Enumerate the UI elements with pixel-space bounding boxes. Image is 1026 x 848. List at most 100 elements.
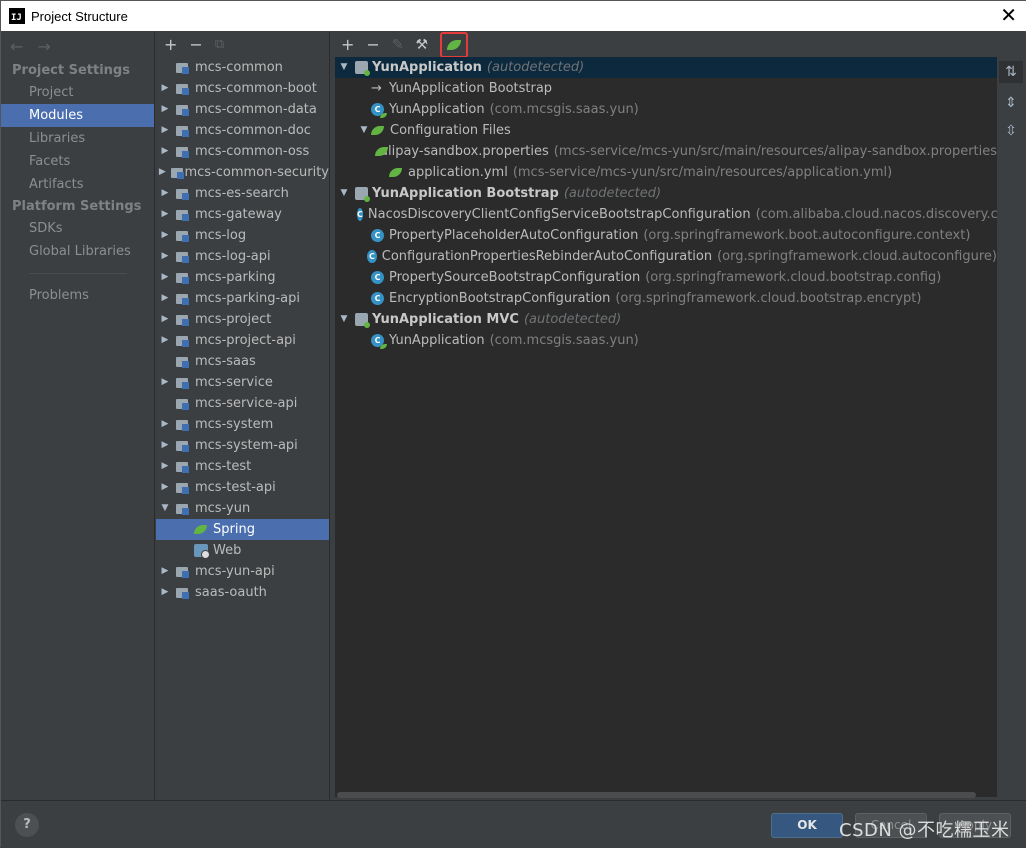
ok-button[interactable]: OK (771, 813, 843, 838)
module-row[interactable]: mcs-saas (156, 351, 329, 372)
module-row[interactable]: ▶ mcs-test (156, 456, 329, 477)
module-row[interactable]: ▶ mcs-yun-api (156, 561, 329, 582)
module-row[interactable]: ▶ mcs-common-data (156, 99, 329, 120)
module-row[interactable]: ▶ mcs-common-doc (156, 120, 329, 141)
back-arrow-icon[interactable]: ← (10, 37, 23, 56)
expand-arrow-icon[interactable]: ▶ (158, 162, 167, 183)
module-row[interactable]: ▶ mcs-log (156, 225, 329, 246)
collapse-arrow-icon[interactable]: ▼ (337, 183, 351, 204)
spring-tree-row[interactable]: → YunApplication Bootstrap (335, 78, 997, 99)
nav-item-libraries[interactable]: Libraries (1, 127, 154, 150)
expand-arrow-icon[interactable]: ▶ (158, 99, 172, 120)
tree-node-name: YunApplication (389, 102, 485, 117)
spring-tree-row[interactable]: C EncryptionBootstrapConfiguration (org.sp… (335, 288, 997, 309)
module-row[interactable]: ▶ mcs-test-api (156, 477, 329, 498)
module-row[interactable]: ▶ mcs-service (156, 372, 329, 393)
spring-tree-row[interactable]: C YunApplication (com.mcsgis.saas.yun) (335, 99, 997, 120)
remove-module-icon[interactable]: − (189, 35, 202, 54)
expand-arrow-icon[interactable]: ▶ (158, 309, 172, 330)
expand-arrow-icon[interactable]: ▶ (158, 372, 172, 393)
module-row[interactable]: ▼ mcs-yun (156, 498, 329, 519)
expand-arrow-icon[interactable]: ▶ (158, 120, 172, 141)
module-label: Spring (213, 522, 255, 537)
spring-tree-row[interactable]: application.yml (mcs-service/mcs-yun/src/… (335, 162, 997, 183)
spring-tree-row[interactable]: C ConfigurationPropertiesRebinderAutoConf… (335, 246, 997, 267)
nav-item-modules[interactable]: Modules (1, 104, 154, 127)
module-row[interactable]: ▶ mcs-es-search (156, 183, 329, 204)
expand-arrow-icon[interactable]: ▶ (158, 225, 172, 246)
module-facet-row[interactable]: Spring (156, 519, 329, 540)
expand-arrow-icon[interactable]: ▶ (158, 435, 172, 456)
expand-arrow-icon[interactable]: ▶ (158, 456, 172, 477)
expand-arrow-icon[interactable]: ▶ (158, 267, 172, 288)
expand-arrow-icon[interactable]: ▶ (158, 477, 172, 498)
expand-arrow-icon[interactable]: ▶ (158, 246, 172, 267)
nav-item-facets[interactable]: Facets (1, 150, 154, 173)
collapse-arrow-icon[interactable]: ▼ (357, 120, 371, 141)
module-row[interactable]: ▶ mcs-system (156, 414, 329, 435)
spring-tree-row[interactable]: alipay-sandbox.properties (mcs-service/mc… (335, 141, 997, 162)
spring-facet-button[interactable] (440, 31, 469, 58)
expand-arrow-icon[interactable]: ▶ (158, 288, 172, 309)
expand-arrow-icon[interactable]: ▶ (158, 414, 172, 435)
remove-context-icon[interactable]: − (366, 35, 379, 54)
forward-arrow-icon[interactable]: → (37, 37, 50, 56)
module-label: mcs-project-api (195, 333, 296, 348)
nav-item-artifacts[interactable]: Artifacts (1, 173, 154, 196)
module-row[interactable]: ▶ mcs-project (156, 309, 329, 330)
nav-item-project[interactable]: Project (1, 81, 154, 104)
module-facet-row[interactable]: Web (156, 540, 329, 561)
spring-tree-row[interactable]: ▼ Configuration Files (335, 120, 997, 141)
module-row[interactable]: ▶ mcs-gateway (156, 204, 329, 225)
module-row[interactable]: mcs-service-api (156, 393, 329, 414)
module-row[interactable]: ▶ saas-oauth (156, 582, 329, 603)
expand-all-icon[interactable]: ⇕ (1005, 95, 1017, 111)
spring-tree-row[interactable]: C PropertyPlaceholderAutoConfiguration (or… (335, 225, 997, 246)
module-row[interactable]: ▶ mcs-common-security (156, 162, 329, 183)
spring-tree-row[interactable]: C NacosDiscoveryClientConfigServiceBootst… (335, 204, 997, 225)
spring-tree-row[interactable]: ▼ YunApplication Bootstrap (autodetected) (335, 183, 997, 204)
nav-item-global-libraries[interactable]: Global Libraries (1, 240, 154, 263)
module-folder-icon (176, 146, 190, 158)
horizontal-scrollbar[interactable] (337, 792, 976, 798)
expand-arrow-icon[interactable]: ▶ (158, 204, 172, 225)
add-context-icon[interactable]: + (341, 35, 354, 54)
module-row[interactable]: mcs-common (156, 57, 329, 78)
tree-node-name: YunApplication Bootstrap (372, 186, 559, 201)
expand-arrow-icon[interactable]: ▶ (158, 141, 172, 162)
collapse-arrow-icon[interactable]: ▼ (337, 57, 351, 78)
edit-icon[interactable]: ✎ (392, 37, 404, 53)
sort-icon[interactable]: ⇅ (999, 61, 1023, 83)
tree-node-name: PropertySourceBootstrapConfiguration (389, 270, 641, 285)
module-row[interactable]: ▶ mcs-parking (156, 267, 329, 288)
collapse-arrow-icon[interactable]: ▼ (158, 498, 172, 519)
help-button[interactable]: ? (15, 813, 39, 837)
expand-arrow-icon[interactable]: ▶ (158, 561, 172, 582)
nav-item-problems[interactable]: Problems (1, 284, 154, 307)
module-row[interactable]: ▶ mcs-parking-api (156, 288, 329, 309)
add-module-icon[interactable]: + (164, 35, 177, 54)
module-row[interactable]: ▶ mcs-common-boot (156, 78, 329, 99)
module-row[interactable]: ▶ mcs-common-oss (156, 141, 329, 162)
nav-divider (29, 273, 127, 274)
module-row[interactable]: ▶ mcs-project-api (156, 330, 329, 351)
spring-tree-row[interactable]: C PropertySourceBootstrapConfiguration (or… (335, 267, 997, 288)
module-row[interactable]: ▶ mcs-system-api (156, 435, 329, 456)
spring-tree-row[interactable]: ▼ YunApplication MVC (autodetected) (335, 309, 997, 330)
wrench-icon[interactable]: ⚒ (416, 37, 429, 53)
collapse-arrow-icon[interactable]: ▼ (337, 309, 351, 330)
expand-arrow-icon[interactable]: ▶ (158, 582, 172, 603)
expand-arrow-icon[interactable]: ▶ (158, 183, 172, 204)
module-label: mcs-common (195, 60, 283, 75)
expand-arrow-icon[interactable]: ▶ (158, 330, 172, 351)
spring-tree-row[interactable]: C YunApplication (com.mcsgis.saas.yun) (335, 330, 997, 351)
nav-item-sdks[interactable]: SDKs (1, 217, 154, 240)
collapse-all-icon[interactable]: ⇳ (1005, 123, 1017, 139)
close-icon[interactable]: ✕ (1000, 4, 1017, 26)
module-label: mcs-yun (195, 501, 251, 516)
module-row[interactable]: ▶ mcs-log-api (156, 246, 329, 267)
expand-arrow-icon[interactable]: ▶ (158, 78, 172, 99)
spring-tree-row[interactable]: ▼ YunApplication (autodetected) (335, 57, 997, 78)
copy-module-icon[interactable]: ⧉ (215, 37, 224, 52)
module-folder-icon (176, 293, 190, 305)
